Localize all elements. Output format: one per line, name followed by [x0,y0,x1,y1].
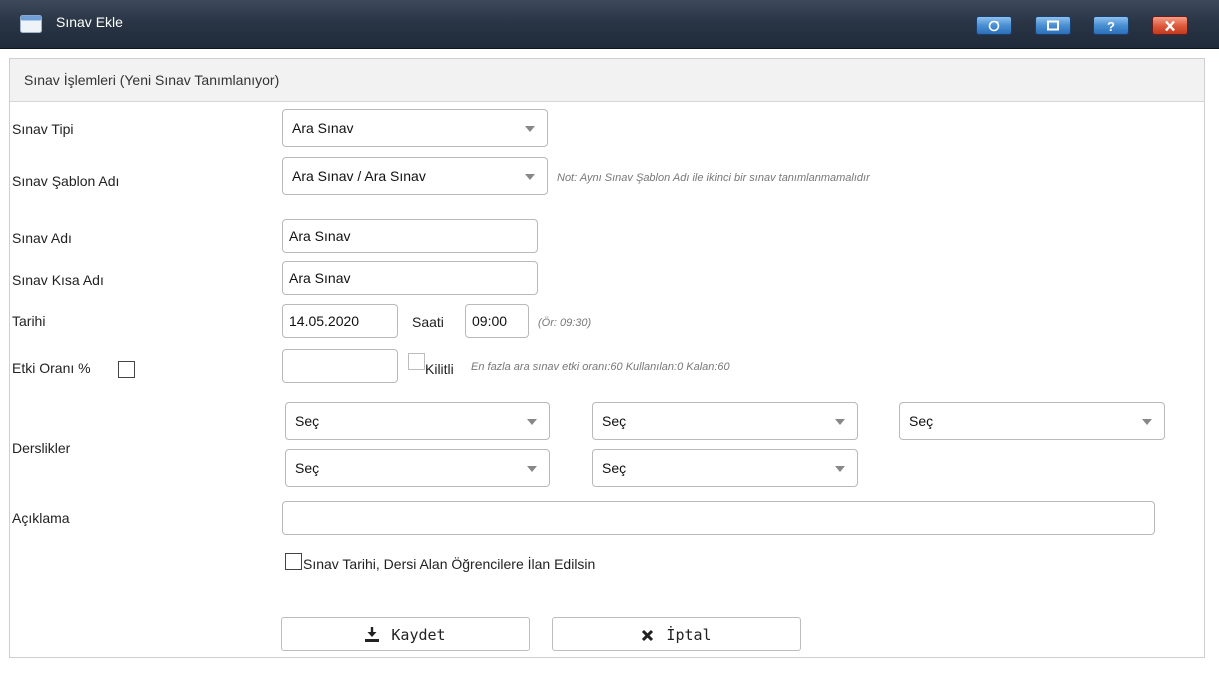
lock-label: Kilitli [425,361,454,377]
exam-type-select[interactable]: Ara Sınav [282,109,548,147]
template-label: Sınav Şablon Adı [12,173,120,189]
save-button[interactable]: Kaydet [281,617,530,651]
window-titlebar: Sınav Ekle ? [0,0,1219,49]
chevron-down-icon [1142,419,1152,425]
classroom-select-4-value: Seç [295,460,320,476]
window-title: Sınav Ekle [56,14,123,30]
announce-checkbox[interactable] [285,553,302,570]
chevron-down-icon [527,419,537,425]
exam-form-panel: Sınav İşlemleri (Yeni Sınav Tanımlanıyor… [9,58,1205,658]
template-value: Ara Sınav / Ara Sınav [292,168,426,184]
exam-type-label: Sınav Tipi [12,121,74,137]
classroom-select-5-value: Seç [602,460,627,476]
maximize-icon [1047,20,1059,31]
chevron-down-icon [835,419,845,425]
time-input[interactable] [465,304,529,338]
time-label: Saati [412,314,444,330]
classroom-select-5[interactable]: Seç [592,449,858,487]
chevron-down-icon [527,466,537,472]
cancel-label: İptal [666,626,712,644]
chevron-down-icon [525,174,535,180]
panel-header: Sınav İşlemleri (Yeni Sınav Tanımlanıyor… [10,59,1204,102]
description-input[interactable] [282,501,1155,535]
exam-short-name-input[interactable] [282,261,538,295]
date-input[interactable] [282,304,398,338]
template-select[interactable]: Ara Sınav / Ara Sınav [282,157,548,195]
chevron-down-icon [835,466,845,472]
close-button[interactable] [1152,16,1188,35]
classrooms-label: Derslikler [12,440,71,456]
effect-label: Etki Oranı % [12,360,91,376]
refresh-icon [988,20,1000,32]
classroom-select-2-value: Seç [602,413,627,429]
help-icon: ? [1107,19,1115,34]
template-note: Not: Aynı Sınav Şablon Adı ile ikinci bi… [557,172,870,184]
description-label: Açıklama [12,510,70,526]
exam-name-label: Sınav Adı [12,230,72,246]
help-button[interactable]: ? [1093,16,1129,35]
lock-checkbox[interactable] [408,353,425,370]
classroom-select-3-value: Seç [909,413,934,429]
refresh-button[interactable] [976,16,1012,35]
date-label: Tarihi [12,313,46,329]
exam-name-input[interactable] [282,219,538,253]
close-icon [1165,20,1175,32]
classroom-select-1[interactable]: Seç [285,402,550,440]
time-hint: (Ör: 09:30) [538,317,592,329]
classroom-select-3[interactable]: Seç [899,402,1165,440]
panel-title: Sınav İşlemleri (Yeni Sınav Tanımlanıyor… [24,72,280,88]
download-icon [365,627,380,642]
effect-info: En fazla ara sınav etki oranı:60 Kullanı… [471,361,730,373]
chevron-down-icon [525,126,535,132]
classroom-select-1-value: Seç [295,413,320,429]
announce-label: Sınav Tarihi, Dersi Alan Öğrencilere İla… [303,556,596,572]
effect-rate-input[interactable] [282,349,398,383]
exam-short-name-label: Sınav Kısa Adı [12,272,104,288]
effect-checkbox[interactable] [118,361,135,378]
classroom-select-4[interactable]: Seç [285,449,550,487]
window-icon [20,15,42,33]
classroom-select-2[interactable]: Seç [592,402,858,440]
cancel-button[interactable]: İptal [552,617,801,651]
close-icon [642,629,654,642]
exam-type-value: Ara Sınav [292,120,354,136]
maximize-button[interactable] [1035,16,1071,35]
save-label: Kaydet [391,626,446,644]
